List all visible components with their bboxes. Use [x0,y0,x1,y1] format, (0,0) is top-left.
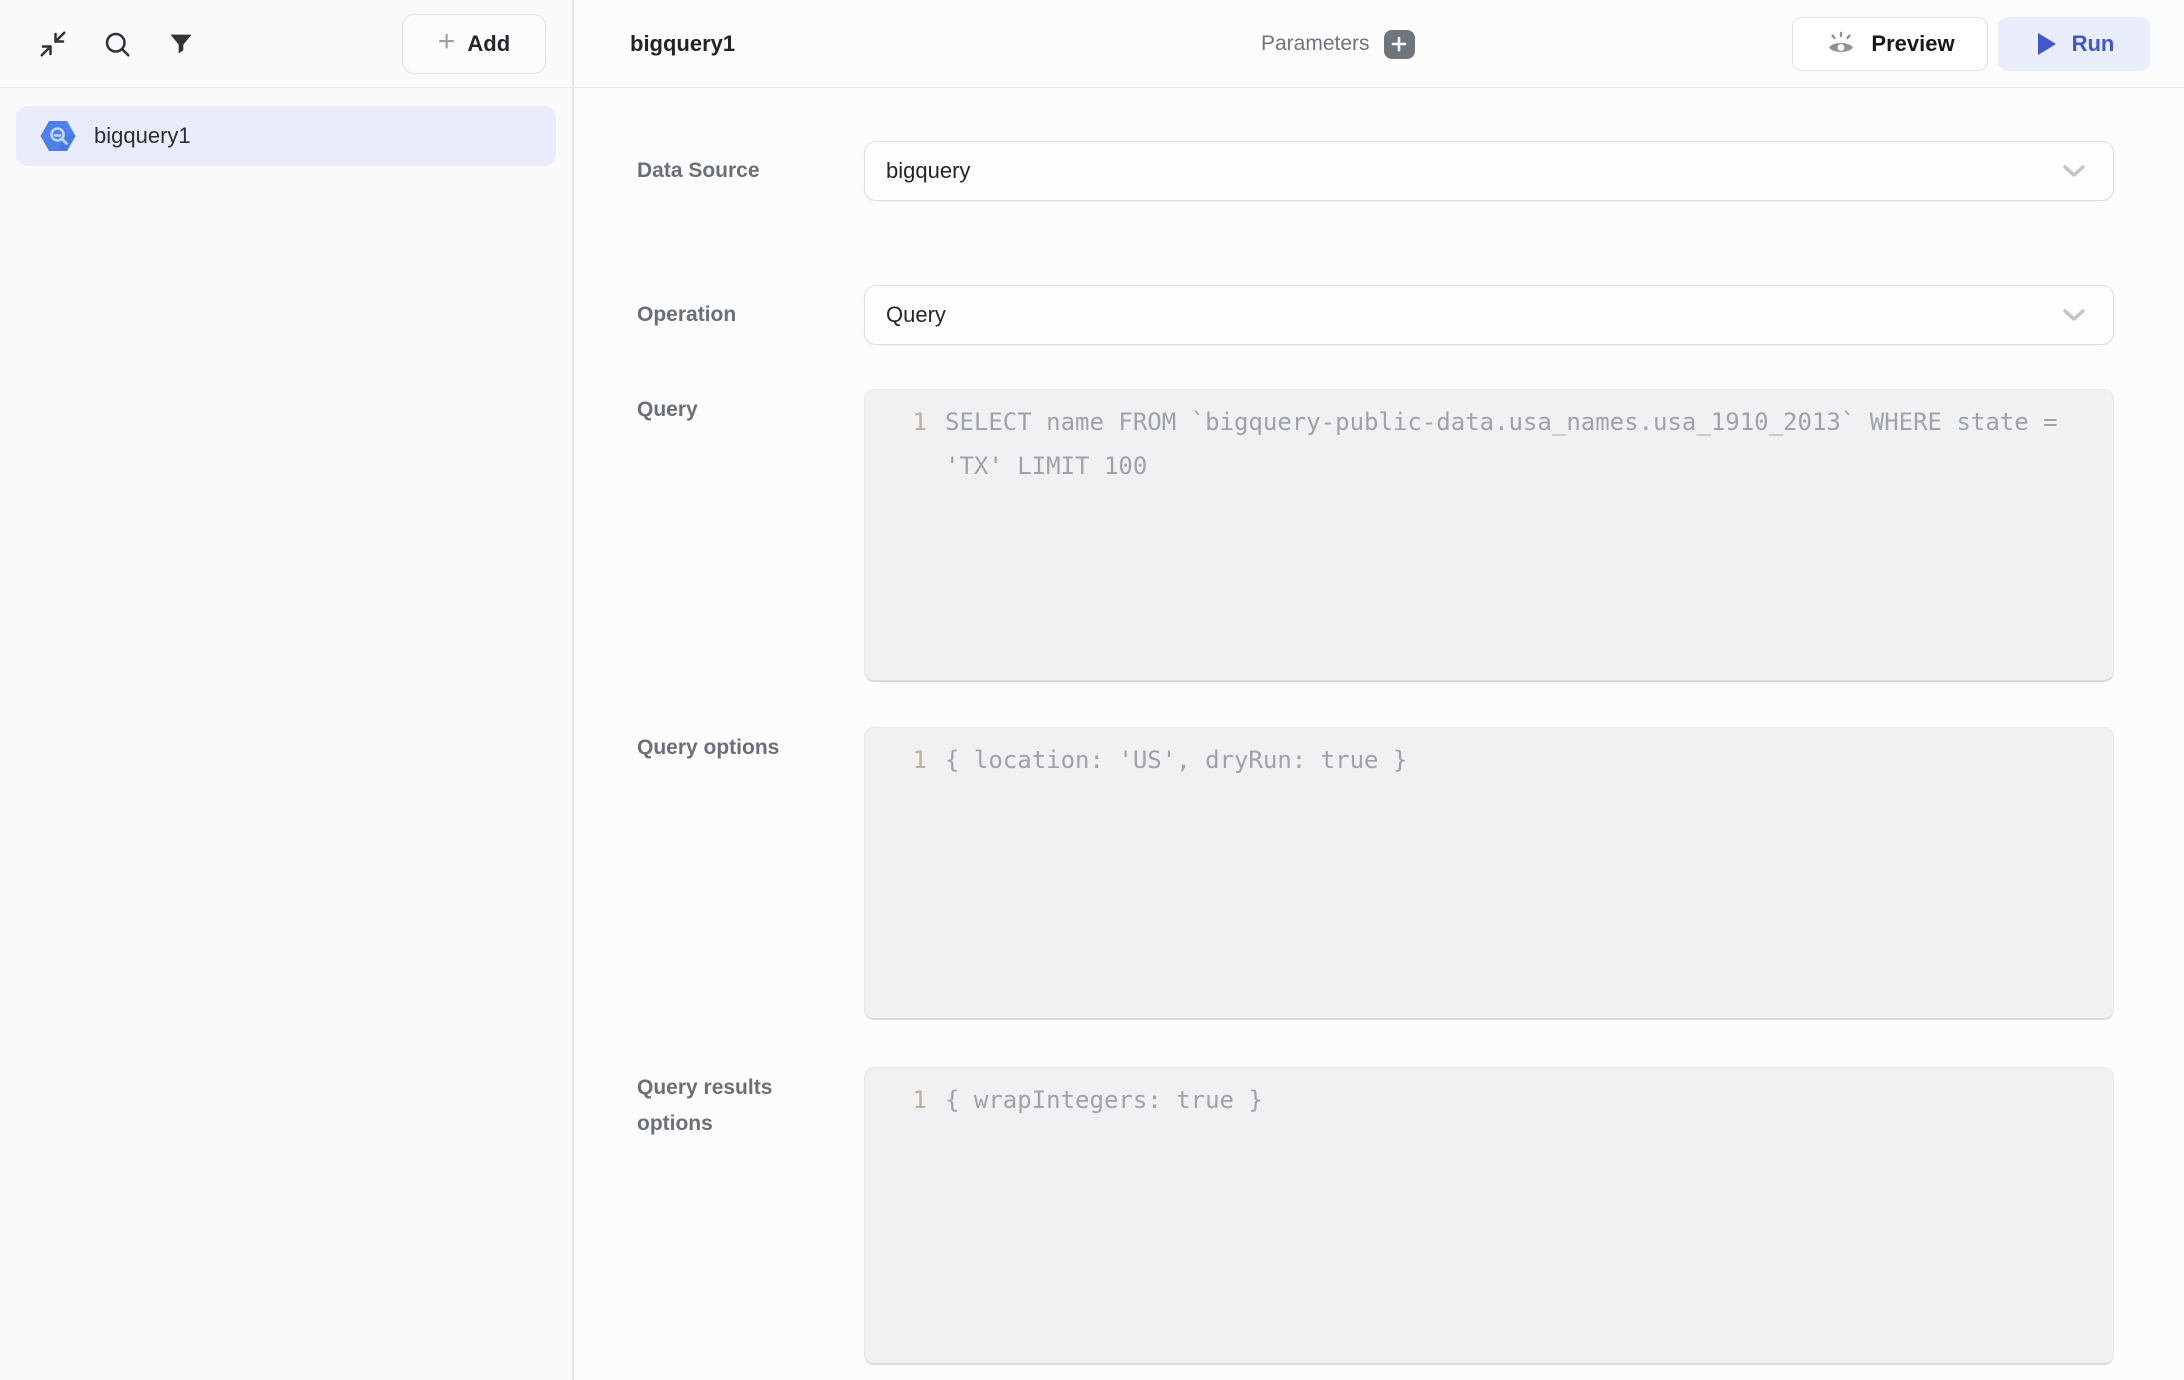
field-label: Operation [637,303,807,327]
query-results-options-code-editor[interactable]: 1 { wrapIntegers: true } [864,1067,2114,1365]
field-query-options: Query options 1 { location: 'US', dryRun… [637,727,2184,1020]
field-label: Query options [637,727,807,766]
query-placeholder: SELECT name FROM `bigquery-public-data.u… [945,400,2093,488]
bigquery-icon [40,120,76,152]
chevron-down-icon [2059,161,2089,181]
operation-value: Query [886,302,946,328]
operation-select[interactable]: Query [864,285,2114,345]
query-list: bigquery1 [0,88,572,184]
field-data-source: Data Source bigquery [637,141,2184,201]
code-line: 1 { wrapIntegers: true } [879,1078,2093,1122]
query-options-placeholder: { location: 'US', dryRun: true } [945,738,2093,782]
chevron-down-icon [2059,305,2089,325]
preview-button[interactable]: Preview [1792,17,1988,71]
add-button[interactable]: + Add [402,14,546,74]
eye-icon [1825,29,1857,59]
run-button-label: Run [2072,31,2115,57]
plus-icon: + [438,27,456,57]
code-line: 1 SELECT name FROM `bigquery-public-data… [879,400,2093,488]
main-panel: bigquery1 Parameters [574,0,2184,1380]
field-query-results-options: Query results options 1 { wrapIntegers: … [637,1067,2184,1365]
collapse-sidebar-icon[interactable] [36,27,70,61]
line-number: 1 [879,1078,927,1122]
line-number: 1 [879,738,927,782]
sidebar-item-label: bigquery1 [94,123,191,149]
field-label: Query [637,389,807,428]
sidebar-item-bigquery1[interactable]: bigquery1 [16,106,556,166]
search-icon[interactable] [100,27,134,61]
parameters-label: Parameters [1261,32,1370,56]
code-line: 1 { location: 'US', dryRun: true } [879,738,2093,782]
query-results-options-placeholder: { wrapIntegers: true } [945,1078,2093,1122]
data-source-select[interactable]: bigquery [864,141,2114,201]
add-parameter-button[interactable] [1384,30,1415,59]
query-code-editor[interactable]: 1 SELECT name FROM `bigquery-public-data… [864,389,2114,682]
preview-button-label: Preview [1871,31,1954,57]
page-title: bigquery1 [630,31,735,57]
run-button[interactable]: Run [1998,17,2150,71]
parameters-group: Parameters [1261,0,1415,88]
query-options-code-editor[interactable]: 1 { location: 'US', dryRun: true } [864,727,2114,1020]
header-actions: Preview Run [1792,17,2150,71]
filter-icon[interactable] [164,27,198,61]
data-source-value: bigquery [886,158,970,184]
main-header: bigquery1 Parameters [574,0,2184,88]
field-label: Query results options [637,1067,807,1142]
field-label: Data Source [637,159,807,183]
line-number: 1 [879,400,927,488]
field-operation: Operation Query [637,285,2184,345]
sidebar: + Add bigquery1 [0,0,574,1380]
add-button-label: Add [467,31,510,57]
field-query: Query 1 SELECT name FROM `bigquery-publi… [637,389,2184,682]
play-icon [2034,31,2058,57]
app-window: + Add bigquery1 bigque [0,0,2184,1380]
query-form: Data Source bigquery Operation Query [574,88,2184,1365]
sidebar-toolbar: + Add [0,0,572,88]
